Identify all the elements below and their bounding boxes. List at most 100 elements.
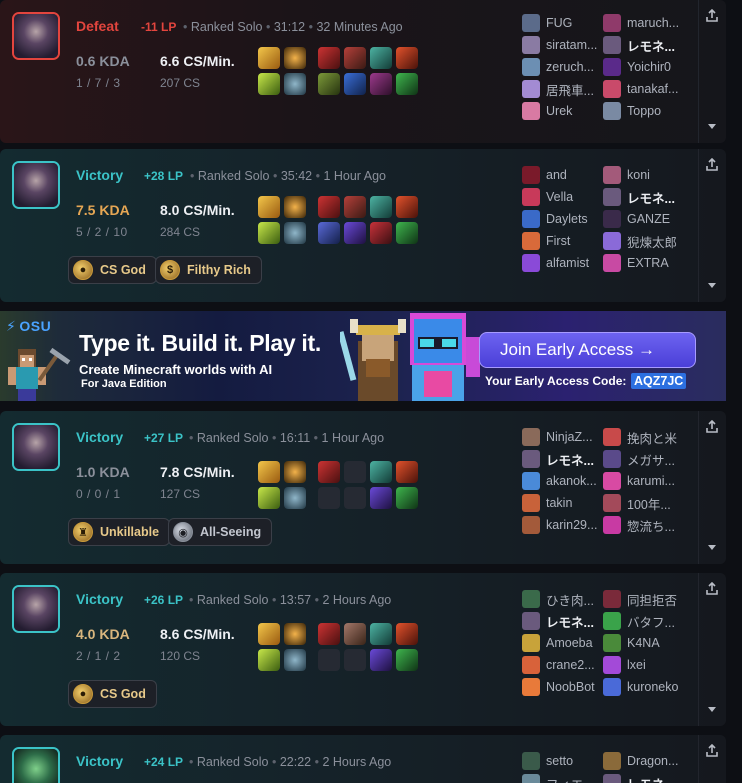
share-icon[interactable] <box>700 739 724 763</box>
player-entry-self[interactable]: レモネ... <box>522 448 600 470</box>
rune-keystone[interactable] <box>284 196 306 218</box>
item-slot[interactable] <box>370 222 392 244</box>
match-card[interactable]: Victory +24 LP • Ranked Solo • 22:22 • 2… <box>0 735 726 783</box>
item-slot[interactable] <box>370 623 392 645</box>
item-slot[interactable] <box>318 196 340 218</box>
badge-cs-god[interactable]: ● CS God <box>68 256 157 284</box>
chevron-down-icon[interactable] <box>700 117 724 137</box>
player-entry[interactable]: lxei <box>603 654 681 676</box>
share-icon[interactable] <box>700 577 724 601</box>
player-entry[interactable]: NinjaZ... <box>522 426 600 448</box>
access-code[interactable]: AQZ7JC <box>631 373 687 389</box>
item-slot[interactable] <box>370 487 392 509</box>
chevron-down-icon[interactable] <box>700 700 724 720</box>
player-entry[interactable]: Daylets <box>522 208 600 230</box>
share-icon[interactable] <box>700 415 724 439</box>
chevron-down-icon[interactable] <box>700 538 724 558</box>
player-entry[interactable]: Dragon... <box>603 750 681 772</box>
join-early-access-button[interactable]: Join Early Access → <box>479 332 696 368</box>
summoner-spell[interactable] <box>258 461 280 483</box>
item-slot[interactable] <box>370 461 392 483</box>
player-entry[interactable]: 100年... <box>603 492 681 514</box>
player-entry[interactable]: Vella <box>522 186 600 208</box>
player-entry[interactable]: takin <box>522 492 600 514</box>
summoner-spell[interactable] <box>258 73 280 95</box>
player-entry[interactable]: karumi... <box>603 470 681 492</box>
player-entry[interactable]: Toppo <box>603 100 681 122</box>
item-slot[interactable] <box>396 461 418 483</box>
item-slot[interactable] <box>370 649 392 671</box>
player-entry[interactable]: Urek <box>522 100 600 122</box>
player-entry[interactable]: tanakaf... <box>603 78 681 100</box>
summoner-spell[interactable] <box>258 649 280 671</box>
item-slot[interactable] <box>344 623 366 645</box>
badge-cs-god[interactable]: ● CS God <box>68 680 157 708</box>
player-entry[interactable]: crane2... <box>522 654 600 676</box>
player-entry[interactable]: 同担拒否 <box>603 588 681 610</box>
player-entry[interactable]: koni <box>603 164 681 186</box>
item-slot[interactable] <box>344 222 366 244</box>
player-entry[interactable]: karin29... <box>522 514 600 536</box>
player-entry[interactable]: setto <box>522 750 600 772</box>
match-card[interactable]: Defeat -11 LP • Ranked Solo • 31:12 • 32… <box>0 0 726 143</box>
badge-unkillable[interactable]: ♜ Unkillable <box>68 518 171 546</box>
player-entry[interactable]: 猊煉太郎 <box>603 230 681 252</box>
match-card[interactable]: Victory +26 LP • Ranked Solo • 13:57 • 2… <box>0 573 726 726</box>
badge-all-seeing[interactable]: ◉ All-Seeing <box>168 518 273 546</box>
ward-slot[interactable] <box>396 649 418 671</box>
item-slot[interactable] <box>318 47 340 69</box>
rune-keystone[interactable] <box>284 461 306 483</box>
ward-slot[interactable] <box>396 487 418 509</box>
share-icon[interactable] <box>700 4 724 28</box>
player-entry[interactable]: NoobBot <box>522 676 600 698</box>
rune-secondary[interactable] <box>284 222 306 244</box>
player-entry[interactable]: and <box>522 164 600 186</box>
rune-secondary[interactable] <box>284 73 306 95</box>
player-entry[interactable]: siratam... <box>522 34 600 56</box>
badge-filthy-rich[interactable]: $ Filthy Rich <box>155 256 262 284</box>
chevron-down-icon[interactable] <box>700 276 724 296</box>
player-entry[interactable]: Yoichir0 <box>603 56 681 78</box>
player-entry-self[interactable]: レモネ... <box>603 34 681 56</box>
summoner-spell[interactable] <box>258 222 280 244</box>
summoner-spell[interactable] <box>258 47 280 69</box>
rune-secondary[interactable] <box>284 649 306 671</box>
player-entry-self[interactable]: レモネ... <box>603 186 681 208</box>
player-entry[interactable]: Amoeba <box>522 632 600 654</box>
player-entry[interactable]: GANZE <box>603 208 681 230</box>
item-slot[interactable] <box>344 196 366 218</box>
rune-keystone[interactable] <box>284 623 306 645</box>
player-entry[interactable]: akanok... <box>522 470 600 492</box>
player-entry[interactable]: maruch... <box>603 12 681 34</box>
rune-secondary[interactable] <box>284 487 306 509</box>
item-slot[interactable] <box>344 47 366 69</box>
player-entry[interactable]: ひき肉... <box>522 588 600 610</box>
item-slot[interactable] <box>396 623 418 645</box>
rune-keystone[interactable] <box>284 47 306 69</box>
summoner-spell[interactable] <box>258 196 280 218</box>
player-entry-self[interactable]: レモネ... <box>603 772 681 783</box>
summoner-spell[interactable] <box>258 487 280 509</box>
item-slot[interactable] <box>344 73 366 95</box>
item-slot[interactable] <box>396 196 418 218</box>
player-entry[interactable]: EXTRA <box>603 252 681 274</box>
player-entry[interactable]: 惣流ち... <box>603 514 681 536</box>
player-entry[interactable]: バタフ... <box>603 610 681 632</box>
player-entry[interactable]: First <box>522 230 600 252</box>
match-card[interactable]: Victory +27 LP • Ranked Solo • 16:11 • 1… <box>0 411 726 564</box>
item-slot[interactable] <box>370 47 392 69</box>
item-slot[interactable] <box>318 623 340 645</box>
player-entry[interactable]: alfamist <box>522 252 600 274</box>
item-slot[interactable] <box>318 461 340 483</box>
player-entry[interactable]: 居飛車... <box>522 78 600 100</box>
player-entry[interactable]: FUG <box>522 12 600 34</box>
player-entry[interactable]: kuroneko <box>603 676 681 698</box>
player-entry-self[interactable]: レモネ... <box>522 610 600 632</box>
player-entry[interactable]: zeruch... <box>522 56 600 78</box>
item-slot[interactable] <box>370 73 392 95</box>
item-slot[interactable] <box>318 73 340 95</box>
player-entry[interactable]: 挽肉と米 <box>603 426 681 448</box>
match-card[interactable]: Victory +28 LP • Ranked Solo • 35:42 • 1… <box>0 149 726 302</box>
item-slot[interactable] <box>370 196 392 218</box>
ward-slot[interactable] <box>396 222 418 244</box>
